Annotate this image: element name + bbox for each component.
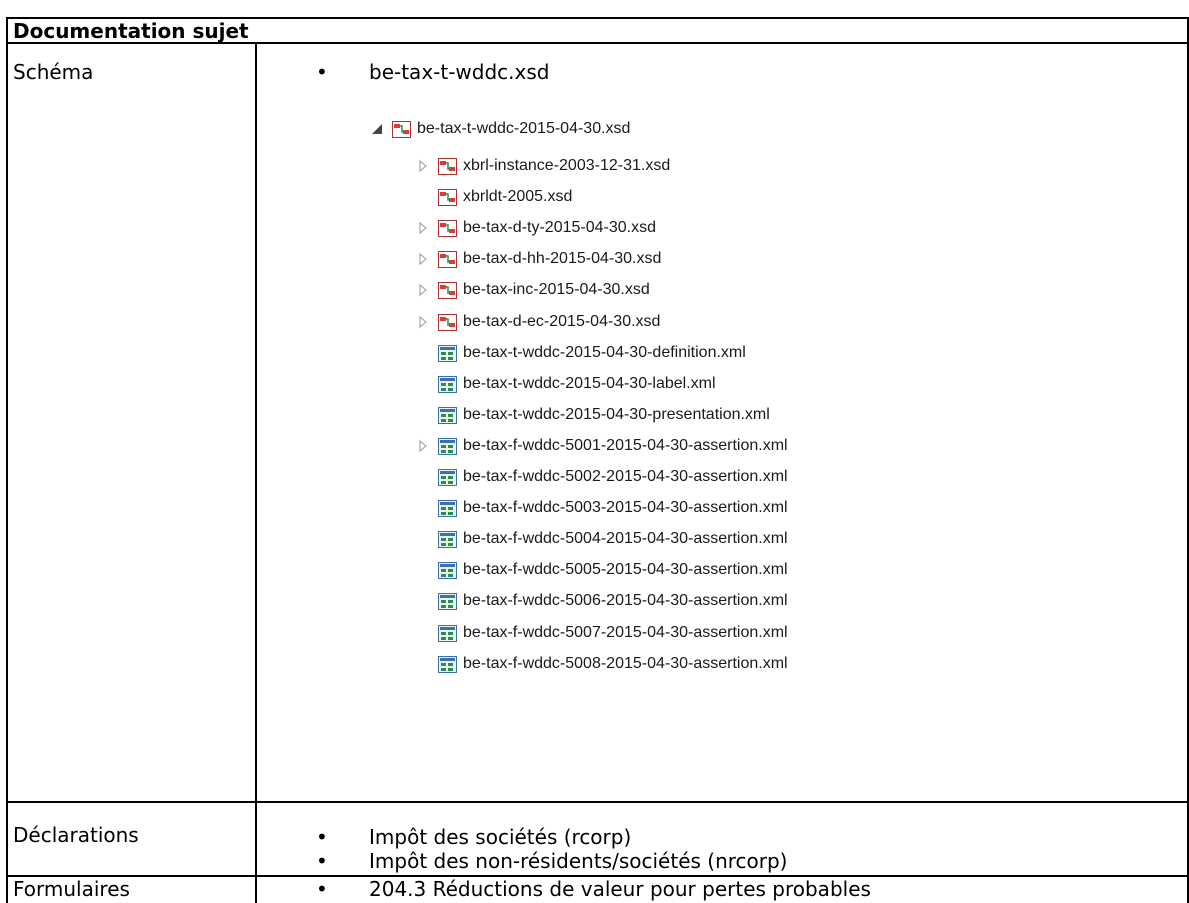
tree-node-label: be-tax-d-ec-2015-04-30.xsd bbox=[463, 313, 661, 330]
tree-node-label: be-tax-f-wddc-5007-2015-04-30-assertion.… bbox=[463, 624, 788, 641]
xml-icon bbox=[438, 624, 457, 642]
tree-node[interactable]: be-tax-f-wddc-5005-2015-04-30-assertion.… bbox=[416, 558, 788, 582]
tree-node-label: be-tax-f-wddc-5002-2015-04-30-assertion.… bbox=[463, 468, 788, 485]
tree-node[interactable]: be-tax-t-wddc-2015-04-30-presentation.xm… bbox=[416, 403, 770, 427]
xsd-icon bbox=[438, 188, 457, 206]
collapsed-triangle-icon[interactable] bbox=[416, 315, 430, 329]
taxonomy-tree: be-tax-t-wddc-2015-04-30.xsd xbrl-instan… bbox=[370, 116, 970, 716]
declaration-item: Impôt des non-résidents/sociétés (nrcorp… bbox=[369, 849, 788, 873]
collapsed-triangle-icon[interactable] bbox=[416, 283, 430, 297]
xml-icon bbox=[438, 375, 457, 393]
collapsed-triangle-icon[interactable] bbox=[416, 159, 430, 173]
tree-node[interactable]: be-tax-inc-2015-04-30.xsd bbox=[416, 278, 650, 302]
tree-node[interactable]: be-tax-f-wddc-5002-2015-04-30-assertion.… bbox=[416, 465, 788, 489]
tree-node[interactable]: be-tax-f-wddc-5001-2015-04-30-assertion.… bbox=[416, 434, 788, 458]
xml-icon bbox=[438, 468, 457, 486]
xsd-icon bbox=[438, 157, 457, 175]
tree-node[interactable]: xbrl-instance-2003-12-31.xsd bbox=[416, 154, 670, 178]
xml-icon bbox=[438, 655, 457, 673]
table-header-title: Documentation sujet bbox=[13, 19, 249, 43]
tree-node-label: be-tax-d-hh-2015-04-30.xsd bbox=[463, 250, 662, 267]
tree-node[interactable]: be-tax-d-ec-2015-04-30.xsd bbox=[416, 310, 660, 334]
xml-icon bbox=[438, 592, 457, 610]
xsd-icon bbox=[438, 313, 457, 331]
tree-node[interactable]: be-tax-d-hh-2015-04-30.xsd bbox=[416, 247, 661, 271]
documentation-table: Documentation sujet Schéma • be-tax-t-wd… bbox=[0, 0, 1189, 903]
tree-node[interactable]: be-tax-t-wddc-2015-04-30-label.xml bbox=[416, 372, 716, 396]
bullet-icon: • bbox=[316, 60, 328, 84]
tree-node[interactable]: xbrldt-2005.xsd bbox=[416, 185, 572, 209]
tree-node[interactable]: be-tax-f-wddc-5008-2015-04-30-assertion.… bbox=[416, 652, 788, 676]
tree-node-label: be-tax-inc-2015-04-30.xsd bbox=[463, 281, 650, 298]
bullet-icon: • bbox=[316, 877, 328, 901]
schema-bullet-text: be-tax-t-wddc.xsd bbox=[369, 60, 550, 84]
schema-label: Schéma bbox=[13, 60, 94, 84]
xml-icon bbox=[438, 499, 457, 517]
bullet-icon: • bbox=[316, 849, 328, 873]
xsd-icon bbox=[392, 120, 411, 138]
xsd-icon bbox=[438, 281, 457, 299]
tree-node[interactable]: be-tax-f-wddc-5004-2015-04-30-assertion.… bbox=[416, 527, 788, 551]
xml-icon bbox=[438, 530, 457, 548]
tree-node[interactable]: be-tax-t-wddc-2015-04-30-definition.xml bbox=[416, 341, 746, 365]
tree-node-label: be-tax-t-wddc-2015-04-30-presentation.xm… bbox=[463, 406, 770, 423]
tree-node[interactable]: be-tax-f-wddc-5007-2015-04-30-assertion.… bbox=[416, 621, 788, 645]
tree-node-label: be-tax-f-wddc-5008-2015-04-30-assertion.… bbox=[463, 655, 788, 672]
tree-node[interactable]: be-tax-f-wddc-5003-2015-04-30-assertion.… bbox=[416, 496, 788, 520]
table-border-left bbox=[6, 17, 8, 903]
tree-node-label: xbrl-instance-2003-12-31.xsd bbox=[463, 157, 671, 174]
tree-node-label: xbrldt-2005.xsd bbox=[463, 188, 573, 205]
column-divider bbox=[255, 42, 257, 903]
tree-node-root[interactable]: be-tax-t-wddc-2015-04-30.xsd bbox=[370, 117, 630, 141]
tree-node-label: be-tax-f-wddc-5005-2015-04-30-assertion.… bbox=[463, 561, 788, 578]
tree-node-label: be-tax-t-wddc-2015-04-30-label.xml bbox=[463, 375, 716, 392]
xsd-icon bbox=[438, 219, 457, 237]
collapsed-triangle-icon[interactable] bbox=[416, 252, 430, 266]
collapsed-triangle-icon[interactable] bbox=[416, 439, 430, 453]
tree-node[interactable]: be-tax-f-wddc-5006-2015-04-30-assertion.… bbox=[416, 589, 788, 613]
tree-node-label: be-tax-f-wddc-5003-2015-04-30-assertion.… bbox=[463, 499, 788, 516]
xml-icon bbox=[438, 406, 457, 424]
tree-node-label: be-tax-f-wddc-5004-2015-04-30-assertion.… bbox=[463, 530, 788, 547]
xml-icon bbox=[438, 437, 457, 455]
tree-node-label: be-tax-t-wddc-2015-04-30.xsd bbox=[417, 120, 631, 137]
tree-node-label: be-tax-t-wddc-2015-04-30-definition.xml bbox=[463, 344, 746, 361]
tree-node-label: be-tax-f-wddc-5001-2015-04-30-assertion.… bbox=[463, 437, 788, 454]
bullet-icon: • bbox=[316, 825, 328, 849]
xsd-icon bbox=[438, 250, 457, 268]
collapsed-triangle-icon[interactable] bbox=[416, 221, 430, 235]
tree-node[interactable]: be-tax-d-ty-2015-04-30.xsd bbox=[416, 216, 656, 240]
xml-icon bbox=[438, 344, 457, 362]
expanded-triangle-icon[interactable] bbox=[370, 122, 384, 136]
declarations-label: Déclarations bbox=[13, 823, 139, 847]
xml-icon bbox=[438, 561, 457, 579]
declaration-item: Impôt des sociétés (rcorp) bbox=[369, 825, 632, 849]
tree-node-label: be-tax-d-ty-2015-04-30.xsd bbox=[463, 219, 656, 236]
row-divider-schema bbox=[6, 801, 1189, 803]
forms-label: Formulaires bbox=[13, 877, 130, 901]
tree-node-label: be-tax-f-wddc-5006-2015-04-30-assertion.… bbox=[463, 592, 788, 609]
form-item: 204.3 Réductions de valeur pour pertes p… bbox=[369, 877, 871, 901]
